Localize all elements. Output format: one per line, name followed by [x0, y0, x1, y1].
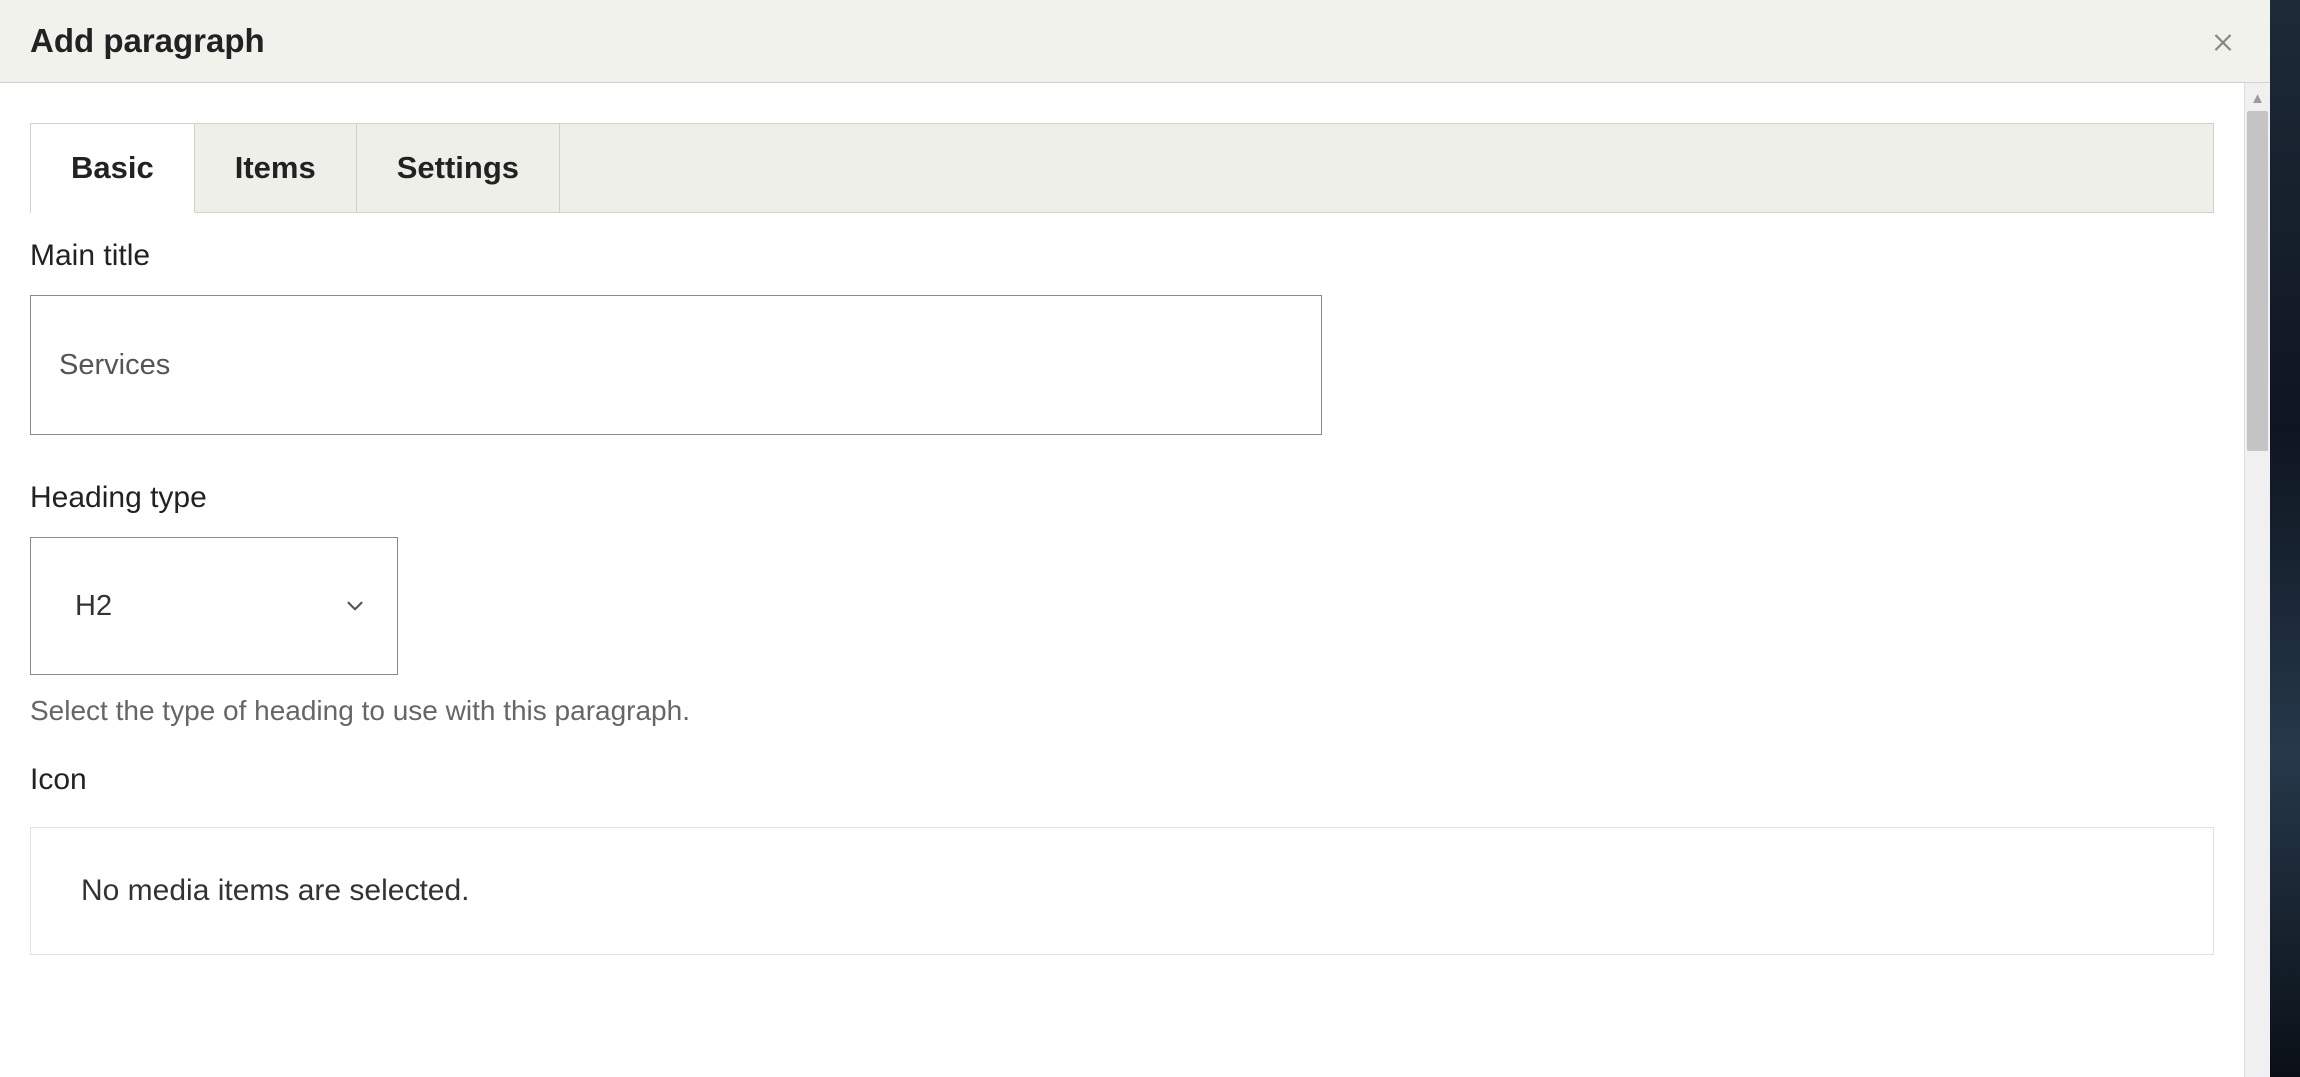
- heading-type-value: H2: [75, 590, 112, 623]
- icon-media-box: No media items are selected.: [30, 827, 2214, 955]
- main-title-group: Main title: [30, 239, 2214, 435]
- tab-basic[interactable]: Basic: [31, 124, 195, 213]
- tab-items[interactable]: Items: [195, 124, 357, 213]
- main-title-input[interactable]: [30, 295, 1322, 435]
- tabs: Basic Items Settings: [30, 123, 2214, 213]
- tab-settings[interactable]: Settings: [357, 124, 560, 213]
- heading-type-select[interactable]: H2: [30, 537, 398, 675]
- icon-label: Icon: [30, 763, 2214, 797]
- heading-type-group: Heading type H2 Select the type of headi…: [30, 481, 2214, 727]
- add-paragraph-modal: Add paragraph Basic Items Settings Main …: [0, 0, 2270, 1077]
- heading-type-label: Heading type: [30, 481, 2214, 515]
- scrollbar-arrow-up-icon[interactable]: ▲: [2245, 88, 2270, 108]
- modal-body-wrapper: Basic Items Settings Main title Heading …: [0, 83, 2270, 1077]
- heading-type-select-wrapper: H2: [30, 537, 398, 675]
- scrollbar-thumb[interactable]: [2247, 111, 2268, 451]
- modal-header: Add paragraph: [0, 0, 2270, 83]
- main-title-label: Main title: [30, 239, 2214, 273]
- background-page-sliver: [2270, 0, 2300, 1077]
- close-icon[interactable]: [2206, 24, 2240, 58]
- heading-type-help: Select the type of heading to use with t…: [30, 695, 2214, 727]
- modal-title: Add paragraph: [30, 22, 265, 60]
- modal-body: Basic Items Settings Main title Heading …: [0, 83, 2244, 1077]
- icon-group: Icon No media items are selected.: [30, 763, 2214, 955]
- tab-content-basic: Main title Heading type H2 Select the ty…: [30, 213, 2214, 955]
- tabs-filler: [560, 124, 2213, 213]
- modal-scrollbar[interactable]: ▲: [2244, 83, 2270, 1077]
- icon-empty-message: No media items are selected.: [81, 874, 470, 907]
